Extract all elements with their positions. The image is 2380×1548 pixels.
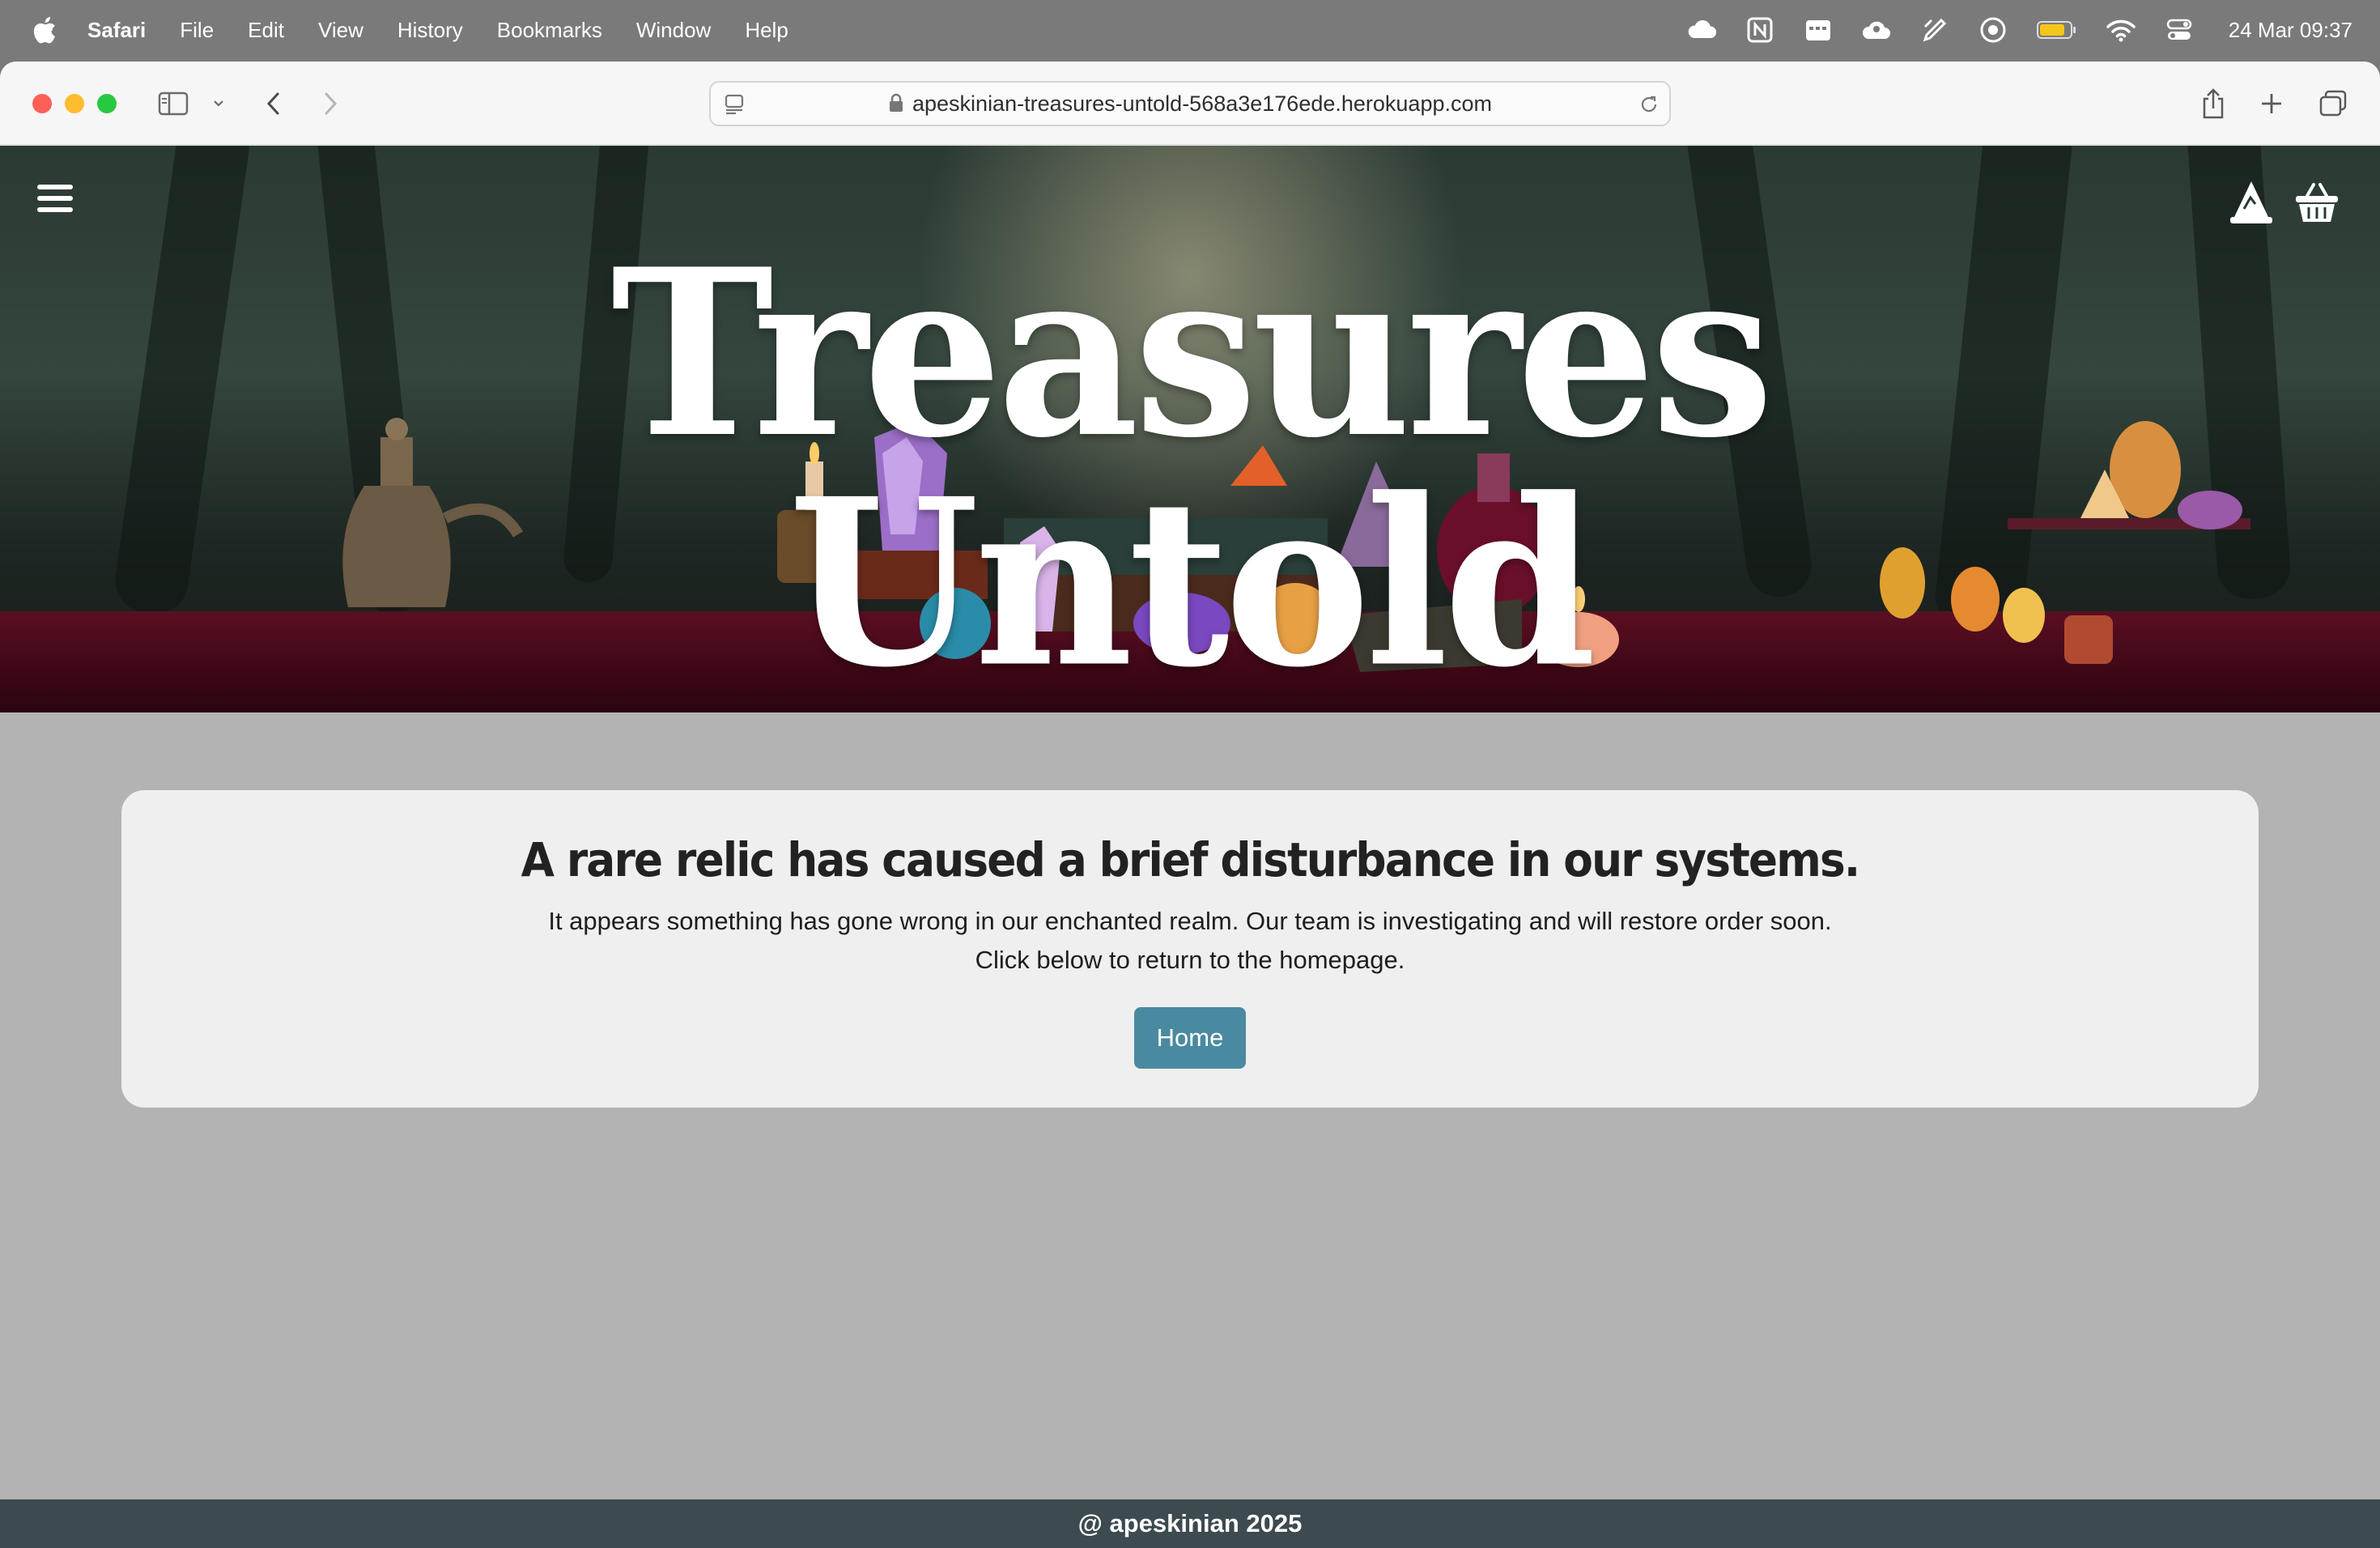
menu-window[interactable]: Window: [636, 18, 711, 43]
site-title: Treasures Untold: [610, 218, 1774, 712]
footer: @ apeskinian 2025: [0, 1499, 2380, 1548]
notion-icon[interactable]: [1745, 15, 1775, 45]
error-heading: A rare relic has caused a brief disturba…: [521, 832, 1861, 887]
apple-logo-icon[interactable]: [32, 16, 57, 44]
error-card: A rare relic has caused a brief disturba…: [121, 790, 2259, 1108]
cloud-icon[interactable]: [1686, 15, 1717, 45]
maximize-window-button[interactable]: [97, 94, 117, 113]
error-message-line-2: Click below to return to the homepage.: [975, 946, 1405, 974]
new-tab-icon[interactable]: [2257, 89, 2286, 118]
browser-toolbar: apeskinian-treasures-untold-568a3e176ede…: [0, 62, 2380, 146]
status-area: 24 Mar 09:37: [1686, 0, 2352, 60]
macos-menu-bar: Safari File Edit View History Bookmarks …: [0, 0, 2380, 60]
cloud-sync-icon[interactable]: [1861, 15, 1892, 45]
browser-window: apeskinian-treasures-untold-568a3e176ede…: [0, 62, 2380, 1548]
error-message: It appears something has gone wrong in o…: [121, 902, 2259, 980]
menu-app-name[interactable]: Safari: [87, 18, 146, 43]
address-bar[interactable]: apeskinian-treasures-untold-568a3e176ede…: [709, 81, 1671, 126]
record-icon[interactable]: [1978, 15, 2008, 45]
reload-icon[interactable]: [1637, 92, 1661, 117]
menu-edit[interactable]: Edit: [248, 18, 284, 43]
menu-icon[interactable]: [37, 185, 73, 215]
tab-overview-icon[interactable]: [2317, 87, 2349, 120]
menu-view[interactable]: View: [318, 18, 363, 43]
url-text[interactable]: apeskinian-treasures-untold-568a3e176ede…: [912, 91, 1492, 116]
control-center-icon[interactable]: [2164, 15, 2195, 45]
close-window-button[interactable]: [32, 94, 52, 113]
error-message-line-1: It appears something has gone wrong in o…: [548, 907, 1832, 935]
hero-banner: Treasures Untold: [0, 146, 2380, 712]
sidebar-toggle-icon[interactable]: [157, 89, 189, 118]
menubar-clock[interactable]: 24 Mar 09:37: [2229, 18, 2352, 43]
chevron-down-icon[interactable]: [209, 96, 228, 112]
battery-icon[interactable]: [2036, 15, 2078, 45]
lock-icon: [890, 93, 903, 112]
wifi-icon[interactable]: [2106, 15, 2136, 45]
menu-file[interactable]: File: [180, 18, 214, 43]
menu-help[interactable]: Help: [745, 18, 788, 43]
forward-button[interactable]: [316, 89, 345, 118]
back-button[interactable]: [259, 89, 288, 118]
pen-icon[interactable]: [1919, 15, 1950, 45]
share-icon[interactable]: [2199, 86, 2228, 121]
minimize-window-button[interactable]: [65, 94, 84, 113]
wizard-hat-icon[interactable]: [2229, 180, 2273, 225]
basket-icon[interactable]: [2294, 181, 2340, 223]
calendar-icon[interactable]: [1803, 15, 1834, 45]
home-button[interactable]: Home: [1134, 1007, 1246, 1069]
menu-bookmarks[interactable]: Bookmarks: [497, 18, 602, 43]
menu-history[interactable]: History: [397, 18, 463, 43]
